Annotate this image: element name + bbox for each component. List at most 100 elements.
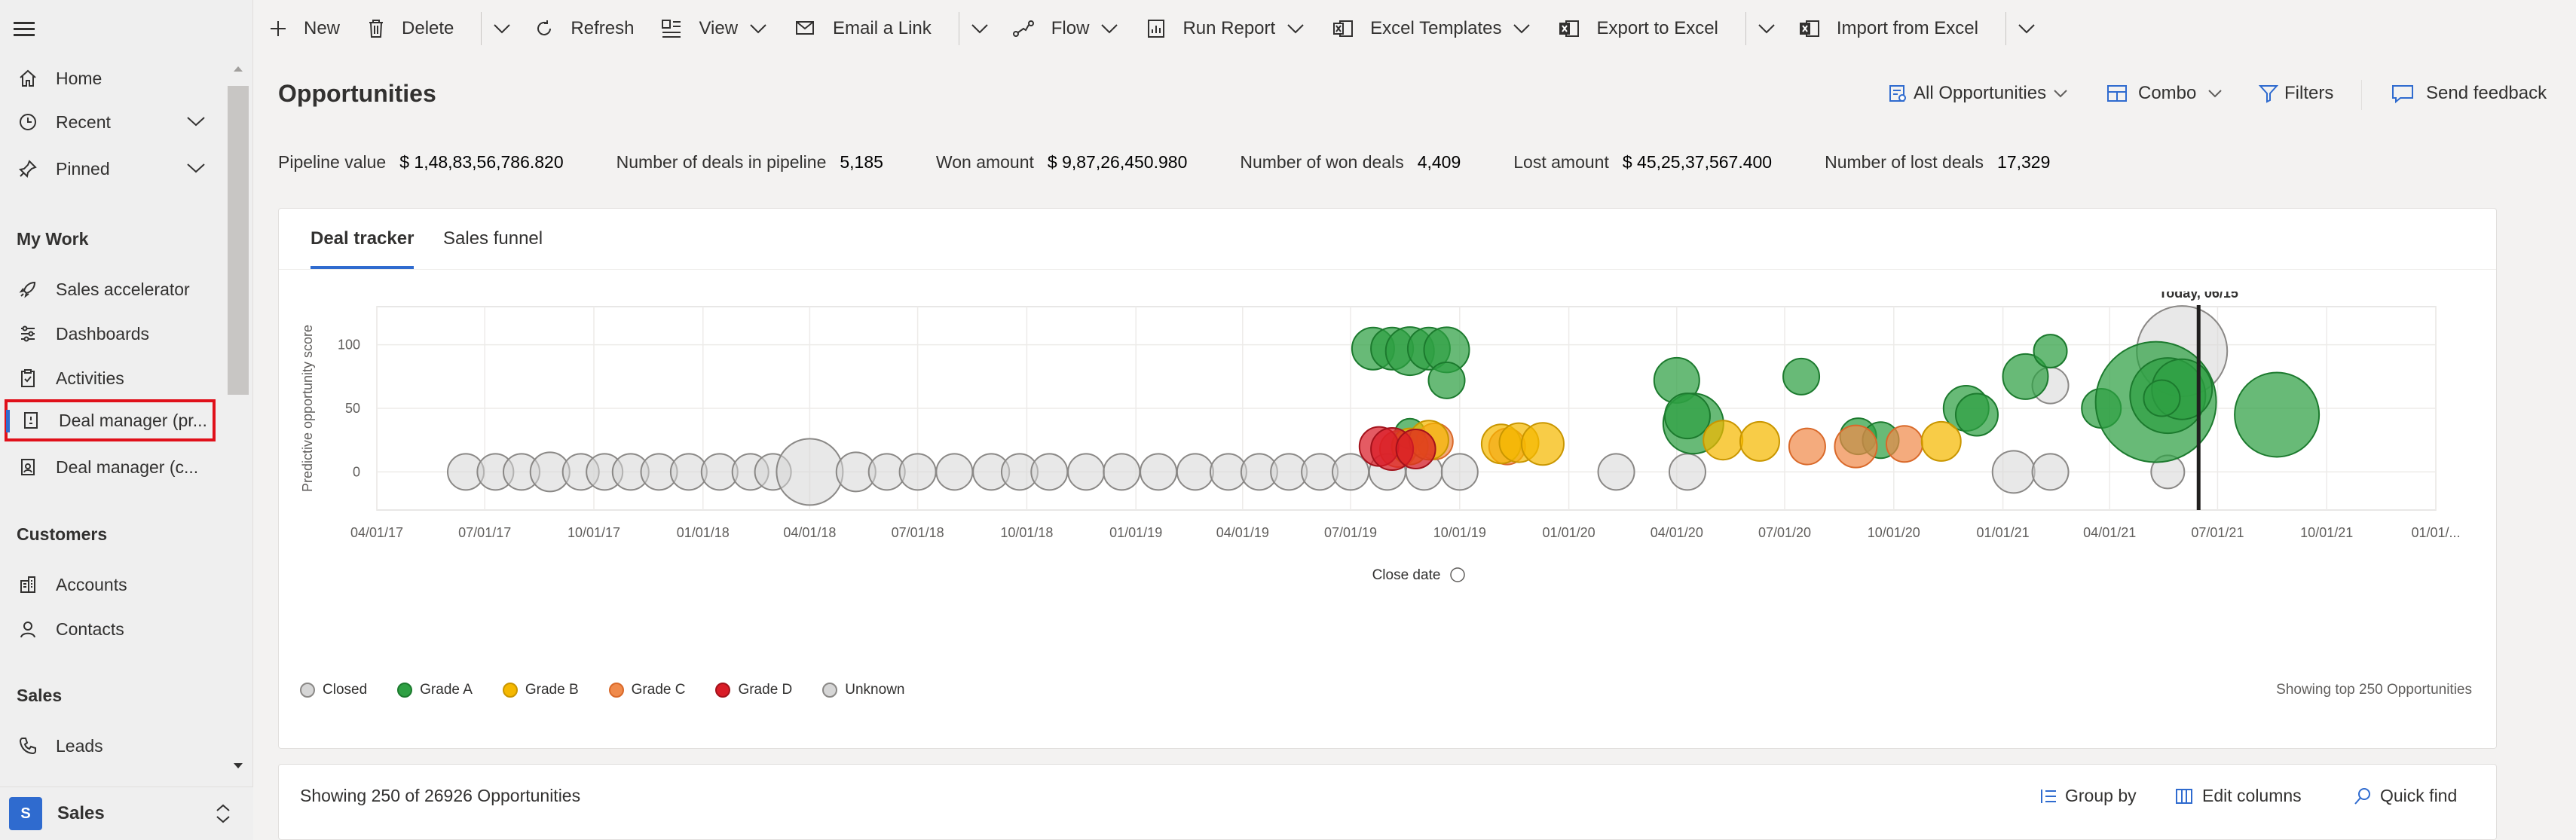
chevron-down-icon[interactable] — [492, 22, 512, 35]
excel-export-icon — [1559, 19, 1580, 38]
new-button[interactable]: New — [269, 0, 340, 57]
person-icon — [15, 616, 41, 642]
x-tick-label: 10/01/19 — [1433, 525, 1486, 540]
filter-icon — [2259, 84, 2278, 103]
legend-item[interactable]: Closed — [300, 682, 367, 698]
legend-swatch — [502, 683, 518, 698]
bubble-closed[interactable] — [1991, 450, 2036, 494]
bubble-grade-b[interactable] — [1703, 420, 1744, 461]
legend-label: Unknown — [845, 682, 905, 698]
chart-mode-selector[interactable]: Combo — [2106, 83, 2223, 104]
bubble-closed[interactable] — [898, 453, 937, 491]
bubble-closed[interactable] — [1140, 453, 1178, 491]
y-axis: 100 50 0 Predictive opportunity score — [300, 325, 360, 492]
hamburger-menu-icon[interactable] — [14, 18, 41, 41]
bubble-grade-c[interactable] — [1788, 427, 1826, 466]
bubble-grade-c[interactable] — [1885, 425, 1923, 463]
bubble-grade-c[interactable] — [1834, 424, 1878, 469]
excel-import-icon — [1799, 19, 1820, 38]
scrollbar-thumb[interactable] — [228, 86, 249, 395]
scroll-up-icon[interactable] — [232, 63, 244, 74]
sidebar-item-label: Home — [56, 68, 102, 88]
chevron-down-icon[interactable] — [1757, 22, 1776, 35]
chevron-down-icon[interactable] — [2017, 22, 2036, 35]
sidebar-item-pinned[interactable]: Pinned — [0, 148, 226, 190]
chevron-up-down-icon[interactable] — [214, 802, 232, 825]
sidebar-item-accounts[interactable]: Accounts — [0, 564, 226, 606]
view-selector[interactable]: All Opportunities — [1888, 83, 2069, 104]
sidebar-item-leads[interactable]: Leads — [0, 725, 226, 767]
bubble-closed[interactable] — [1668, 453, 1706, 491]
bubble-closed[interactable] — [776, 438, 844, 506]
bubble-closed[interactable] — [1030, 453, 1069, 491]
sidebar-item-deal-manager-classic[interactable]: Deal manager (c... — [0, 446, 226, 488]
sidebar-item-recent[interactable]: Recent — [0, 101, 226, 143]
bubble-closed[interactable] — [1176, 453, 1214, 491]
bubble-grade-a[interactable] — [1782, 357, 1821, 396]
sidebar-item-activities[interactable]: Activities — [0, 357, 226, 399]
chevron-down-icon[interactable] — [185, 113, 207, 133]
area-switcher[interactable]: S Sales — [0, 787, 253, 840]
chart-bubbles — [447, 305, 2321, 506]
bubble-grade-d[interactable] — [1395, 429, 1436, 469]
send-feedback-button[interactable]: Send feedback — [2391, 83, 2547, 104]
bubble-grade-b[interactable] — [1739, 420, 1780, 462]
bubble-grade-a[interactable] — [2143, 379, 2181, 417]
bubble-closed[interactable] — [1067, 453, 1106, 491]
chevron-down-icon — [1513, 24, 1531, 34]
excel-templates-button[interactable]: Excel Templates — [1332, 0, 1531, 57]
more-delete-dropdown[interactable] — [481, 0, 512, 57]
quick-find-input[interactable]: Quick find — [2353, 786, 2457, 806]
import-excel-button[interactable]: Import from Excel — [1799, 0, 1978, 57]
tab-deal-tracker[interactable]: Deal tracker — [311, 228, 415, 269]
delete-button[interactable]: Delete — [367, 0, 454, 57]
legend-item[interactable]: Grade C — [608, 682, 685, 698]
grid-record-count: Showing 250 of 26926 Opportunities — [300, 786, 581, 805]
bubble-closed[interactable] — [935, 453, 974, 491]
sidebar-item-home[interactable]: Home — [0, 57, 226, 99]
sidebar-item-dashboards[interactable]: Dashboards — [0, 313, 226, 355]
x-tick-label: 04/01/17 — [350, 525, 403, 540]
bubble-grade-a[interactable] — [1663, 393, 1711, 440]
legend-item[interactable]: Grade D — [715, 682, 792, 698]
legend-item[interactable]: Grade A — [397, 682, 473, 698]
edit-columns-button[interactable]: Edit columns — [2175, 786, 2302, 806]
legend-item[interactable]: Unknown — [822, 682, 904, 698]
sidebar-scrollbar[interactable] — [228, 63, 249, 771]
legend-item[interactable]: Grade B — [502, 682, 579, 698]
email-link-button[interactable]: Email a Link — [795, 0, 932, 57]
y-tick-label: 0 — [353, 464, 360, 479]
sidebar-item-deal-manager-preview[interactable]: Deal manager (pr... — [5, 399, 216, 441]
more-email-dropdown[interactable] — [958, 0, 990, 57]
tab-sales-funnel[interactable]: Sales funnel — [443, 228, 543, 269]
filters-button[interactable]: Filters — [2259, 83, 2333, 104]
chevron-down-icon[interactable] — [185, 160, 207, 180]
bubble-grade-a[interactable] — [2033, 334, 2068, 369]
sidebar-item-sales-accelerator[interactable]: Sales accelerator — [0, 268, 226, 310]
section-title-customers: Customers — [17, 524, 108, 544]
export-excel-button[interactable]: Export to Excel — [1559, 0, 1718, 57]
more-import-dropdown[interactable] — [2005, 0, 2036, 57]
bubble-grade-a[interactable] — [2234, 371, 2321, 458]
more-export-dropdown[interactable] — [1745, 0, 1776, 57]
scroll-down-icon[interactable] — [232, 761, 244, 771]
metric-lost-deals: Number of lost deals 17,329 — [1825, 152, 2050, 173]
refresh-button[interactable]: Refresh — [534, 0, 634, 57]
info-icon[interactable] — [1450, 567, 1465, 582]
bubble-closed[interactable] — [1597, 453, 1635, 491]
bubble-closed[interactable] — [2031, 453, 2070, 491]
delete-label: Delete — [402, 18, 454, 38]
bubble-closed[interactable] — [1440, 453, 1479, 491]
bubble-grade-b[interactable] — [1920, 420, 1962, 462]
bubble-grade-b[interactable] — [1520, 422, 1565, 466]
bubble-closed[interactable] — [1103, 453, 1141, 491]
run-report-button[interactable]: Run Report — [1146, 0, 1305, 57]
bubble-grade-a[interactable] — [1427, 361, 1466, 399]
chevron-down-icon[interactable] — [970, 22, 990, 35]
sidebar-item-contacts[interactable]: Contacts — [0, 608, 226, 650]
flow-button[interactable]: Flow — [1012, 0, 1120, 57]
view-button[interactable]: View — [661, 0, 768, 57]
divider — [481, 12, 482, 45]
group-by-button[interactable]: Group by — [2039, 786, 2137, 806]
bubble-grade-a[interactable] — [1954, 393, 1999, 437]
